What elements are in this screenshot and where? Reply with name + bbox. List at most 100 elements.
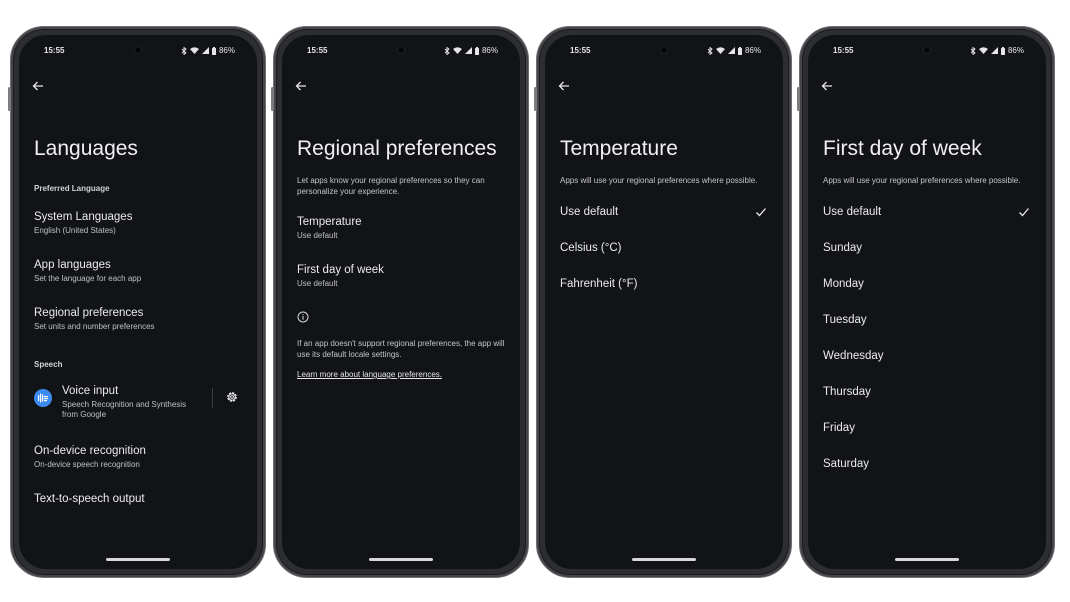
option-sunday[interactable]: Sunday [823, 242, 1030, 254]
phone-first-day-of-week: 15:55 86% First day of week Apps will us… [797, 26, 1055, 578]
status-time: 15:55 [833, 46, 854, 55]
status-icons: 86% [444, 46, 498, 55]
status-bar: 15:55 86% [19, 46, 257, 60]
list-item-first-day-of-week[interactable]: First day of week Use default [297, 264, 506, 289]
battery-percent: 86% [481, 46, 498, 55]
learn-more-link[interactable]: Learn more about language preferences. [297, 370, 442, 379]
gesture-bar[interactable] [369, 558, 433, 561]
list-item-temperature[interactable]: Temperature Use default [297, 216, 506, 241]
side-button [534, 87, 537, 111]
camera-cutout [135, 47, 141, 53]
battery-icon [474, 46, 479, 55]
gear-icon[interactable] [225, 390, 239, 404]
gesture-bar[interactable] [106, 558, 170, 561]
page-description: Let apps know your regional preferences … [297, 176, 485, 196]
list-item-tts-output[interactable]: Text-to-speech output [34, 493, 243, 505]
option-use-default[interactable]: Use default [823, 206, 1030, 218]
back-arrow-icon[interactable] [821, 80, 833, 92]
item-label: Voice input [62, 385, 119, 397]
page-title: Temperature [560, 137, 678, 160]
list-item-on-device-recognition[interactable]: On-device recognition On-device speech r… [34, 445, 243, 470]
option-saturday[interactable]: Saturday [823, 458, 1030, 470]
wifi-icon [189, 47, 199, 54]
list-item-system-languages[interactable]: System Languages English (United States) [34, 211, 243, 236]
voice-input-text: Voice input Speech Recognition and Synth… [62, 385, 202, 420]
status-icons: 86% [707, 46, 761, 55]
battery-percent: 86% [1007, 46, 1024, 55]
option-monday[interactable]: Monday [823, 278, 1030, 290]
item-summary: English (United States) [34, 226, 116, 235]
list-item-app-languages[interactable]: App languages Set the language for each … [34, 259, 243, 284]
bluetooth-icon [970, 46, 976, 55]
item-label: On-device recognition [34, 445, 146, 457]
screen: 15:55 86% Languages Preferred Language S… [19, 35, 257, 569]
battery-icon [211, 46, 216, 55]
camera-cutout [924, 47, 930, 53]
item-label: Regional preferences [34, 307, 144, 319]
option-label: Sunday [823, 242, 863, 254]
back-arrow-icon[interactable] [558, 80, 570, 92]
page-description: Apps will use your regional preferences … [560, 176, 758, 185]
option-label: Wednesday [823, 350, 884, 362]
option-thursday[interactable]: Thursday [823, 386, 1030, 398]
status-icons: 86% [970, 46, 1024, 55]
back-arrow-icon[interactable] [32, 80, 44, 92]
item-summary: Set units and number preferences [34, 322, 155, 331]
item-summary: Use default [297, 231, 338, 240]
page-title: Regional preferences [297, 137, 497, 160]
option-celsius[interactable]: Celsius (°C) [560, 242, 767, 254]
list-item-regional-preferences[interactable]: Regional preferences Set units and numbe… [34, 307, 243, 332]
signal-icon [727, 47, 735, 54]
page-title: First day of week [823, 137, 982, 160]
item-label: App languages [34, 259, 111, 271]
gesture-bar[interactable] [632, 558, 696, 561]
side-button [8, 87, 11, 111]
option-label: Use default [560, 206, 619, 218]
signal-icon [990, 47, 998, 54]
option-fahrenheit[interactable]: Fahrenheit (°F) [560, 278, 767, 290]
phone-languages: 15:55 86% Languages Preferred Language S… [8, 26, 266, 578]
option-tuesday[interactable]: Tuesday [823, 314, 1030, 326]
screen: 15:55 86% Regional preferences Let apps … [282, 35, 520, 569]
check-icon [1019, 208, 1029, 217]
phone-temperature: 15:55 86% Temperature Apps will use your… [534, 26, 792, 578]
signal-icon [201, 47, 209, 54]
option-use-default[interactable]: Use default [560, 206, 767, 218]
screen: 15:55 86% Temperature Apps will use your… [545, 35, 783, 569]
option-label: Monday [823, 278, 864, 290]
battery-percent: 86% [218, 46, 235, 55]
status-bar: 15:55 86% [282, 46, 520, 60]
gesture-bar[interactable] [895, 558, 959, 561]
camera-cutout [398, 47, 404, 53]
section-header-preferred: Preferred Language [34, 184, 110, 193]
option-label: Saturday [823, 458, 870, 470]
bluetooth-icon [181, 46, 187, 55]
status-bar: 15:55 86% [545, 46, 783, 60]
wifi-icon [715, 47, 725, 54]
option-label: Fahrenheit (°F) [560, 278, 638, 290]
item-label: Text-to-speech output [34, 493, 145, 505]
option-friday[interactable]: Friday [823, 422, 1030, 434]
info-text: If an app doesn't support regional prefe… [297, 339, 505, 359]
page-description: Apps will use your regional preferences … [823, 176, 1021, 185]
screen: 15:55 86% First day of week Apps will us… [808, 35, 1046, 569]
learn-more-link-wrap: Learn more about language preferences. [297, 364, 442, 382]
item-summary: Speech Recognition and Synthesis from Go… [62, 400, 187, 419]
option-label: Friday [823, 422, 855, 434]
status-time: 15:55 [44, 46, 65, 55]
status-bar: 15:55 86% [808, 46, 1046, 60]
battery-icon [737, 46, 742, 55]
wifi-icon [978, 47, 988, 54]
item-label: Temperature [297, 216, 362, 228]
back-arrow-icon[interactable] [295, 80, 307, 92]
option-wednesday[interactable]: Wednesday [823, 350, 1030, 362]
option-label: Tuesday [823, 314, 867, 326]
page-title: Languages [34, 137, 138, 160]
divider [212, 388, 213, 408]
list-item-voice-input[interactable]: Voice input Speech Recognition and Synth… [34, 385, 243, 420]
status-icons: 86% [181, 46, 235, 55]
item-summary: Set the language for each app [34, 274, 142, 283]
battery-icon [1000, 46, 1005, 55]
status-time: 15:55 [307, 46, 328, 55]
camera-cutout [661, 47, 667, 53]
